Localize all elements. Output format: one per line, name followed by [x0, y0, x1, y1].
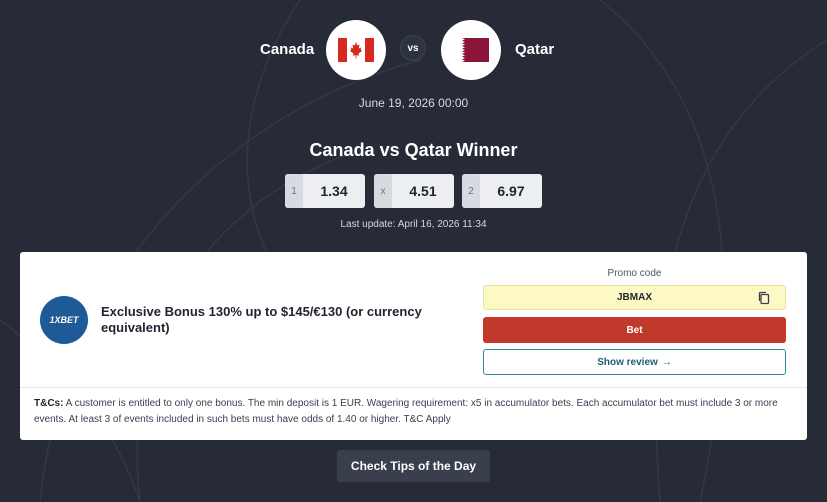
terms-text: A customer is entitled to only one bonus… — [34, 398, 778, 425]
bet-button[interactable]: Bet — [483, 317, 786, 343]
terms-label: T&Cs: — [34, 398, 64, 409]
odd-away-value: 6.97 — [497, 183, 525, 199]
odd-away-label: 2 — [462, 174, 480, 208]
qatar-flag-icon — [441, 20, 501, 80]
odd-home-button[interactable]: 1 1.34 — [285, 174, 365, 208]
copy-icon[interactable] — [757, 291, 771, 305]
odd-draw-button[interactable]: x 4.51 — [374, 174, 454, 208]
show-review-button[interactable]: Show review → — [483, 349, 786, 375]
canada-flag-icon — [326, 20, 386, 80]
check-tips-button[interactable]: Check Tips of the Day — [337, 450, 490, 482]
bonus-title: Exclusive Bonus 130% up to $145/€130 (or… — [101, 304, 422, 335]
match-header: Canada vs Qatar — [0, 20, 827, 80]
promo-code-value: JBMAX — [616, 292, 652, 303]
home-team-name: Canada — [260, 41, 315, 58]
odd-draw-label: x — [374, 174, 392, 208]
offer-main: 1XBET Exclusive Bonus 130% up to $145/€1… — [20, 252, 807, 388]
bookmaker-logo[interactable]: 1XBET — [40, 296, 88, 344]
bonus-offer-card: 1XBET Exclusive Bonus 130% up to $145/€1… — [20, 252, 807, 440]
odd-away-button[interactable]: 2 6.97 — [462, 174, 542, 208]
arrow-right-icon: → — [661, 356, 672, 368]
promo-code-field[interactable]: JBMAX — [483, 285, 786, 310]
away-team-name: Qatar — [515, 41, 555, 58]
last-update: Last update: April 16, 2026 11:34 — [340, 219, 487, 230]
odd-home-label: 1 — [285, 174, 303, 208]
match-date: June 19, 2026 00:00 — [358, 96, 469, 110]
odd-draw-value: 4.51 — [409, 183, 437, 199]
terms-and-conditions: T&Cs: A customer is entitled to only one… — [34, 396, 796, 427]
bookmaker-logo-text: 1XBET — [49, 315, 79, 325]
show-review-label: Show review — [597, 356, 658, 368]
vs-badge: vs — [400, 35, 426, 61]
odd-home-value: 1.34 — [320, 183, 348, 199]
market-title: Canada vs Qatar Winner — [309, 140, 518, 160]
promo-code-label: Promo code — [607, 268, 662, 279]
